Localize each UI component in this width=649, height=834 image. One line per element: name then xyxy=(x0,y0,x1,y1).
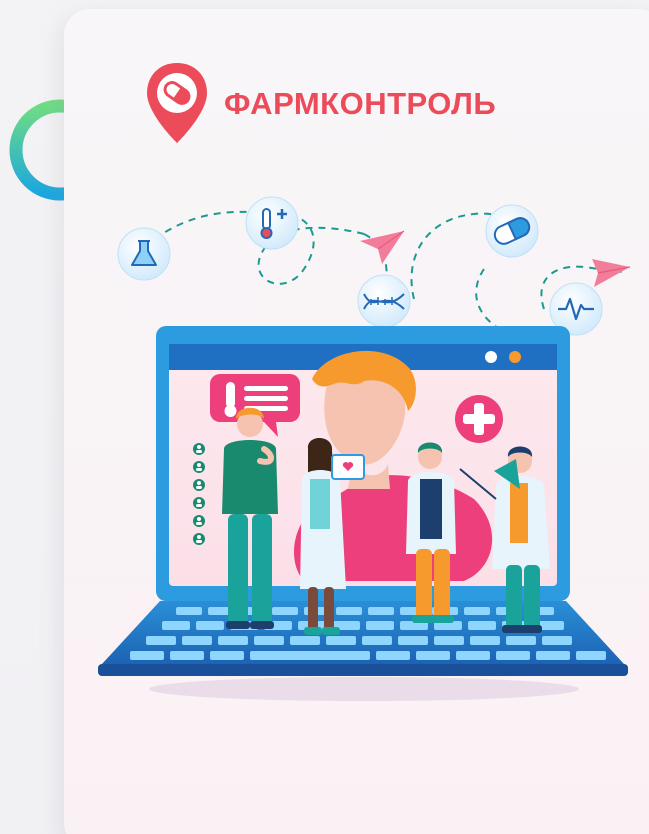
thermometer-icon xyxy=(245,196,299,250)
paper-plane-icon xyxy=(592,259,631,287)
promo-card: ФАРМКОНТРОЛЬ xyxy=(64,9,649,834)
dna-icon xyxy=(357,274,411,328)
plus-icon xyxy=(455,395,503,443)
flask-icon xyxy=(117,227,171,281)
brand-logo: ФАРМКОНТРОЛЬ xyxy=(144,59,496,149)
page: ФАРМКОНТРОЛЬ xyxy=(0,0,649,834)
laptop xyxy=(98,326,628,676)
map-pin-pill-icon xyxy=(147,63,207,143)
pill-icon xyxy=(485,204,539,258)
brand-name: ФАРМКОНТРОЛЬ xyxy=(224,86,497,121)
